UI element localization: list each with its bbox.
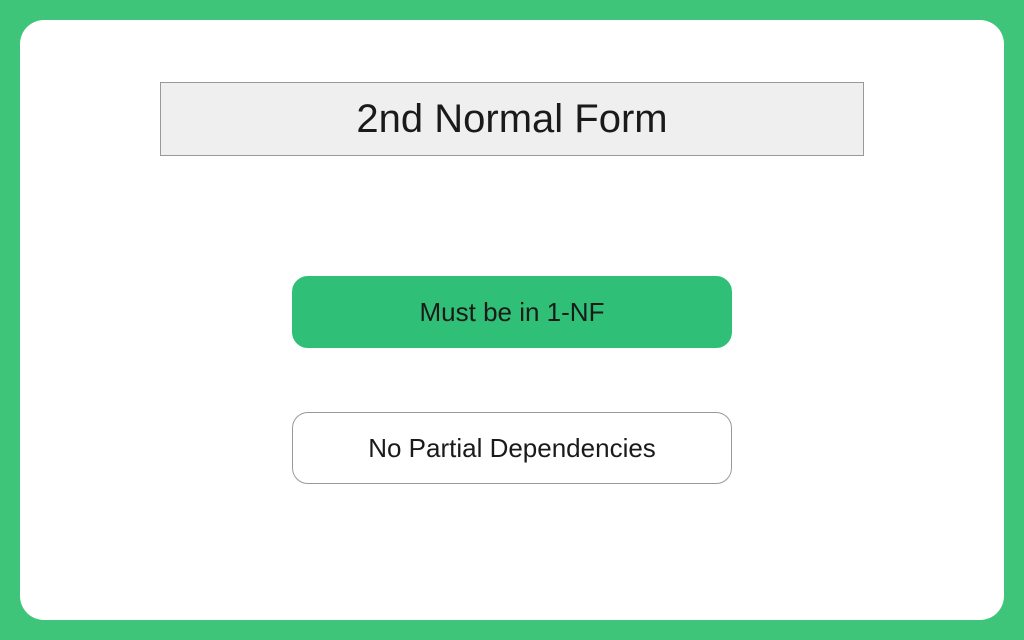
title-text: 2nd Normal Form bbox=[356, 97, 667, 142]
slide-title: 2nd Normal Form bbox=[160, 82, 864, 156]
rule-2-text: No Partial Dependencies bbox=[368, 433, 656, 464]
slide-card: 2nd Normal Form Must be in 1-NF No Parti… bbox=[20, 20, 1004, 620]
rule-1-text: Must be in 1-NF bbox=[420, 297, 605, 328]
rule-plain: No Partial Dependencies bbox=[292, 412, 732, 484]
rule-highlighted: Must be in 1-NF bbox=[292, 276, 732, 348]
